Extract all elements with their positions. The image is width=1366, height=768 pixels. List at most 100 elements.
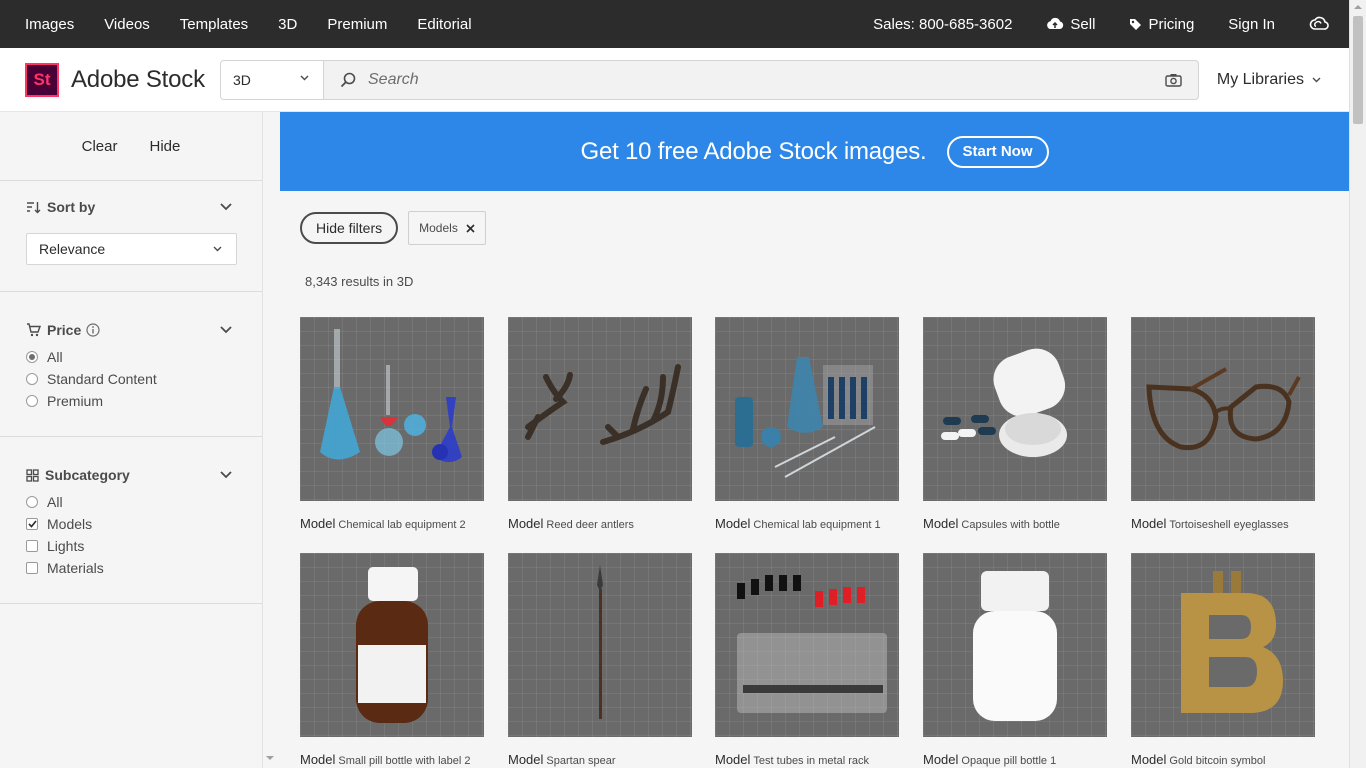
asset-title[interactable]: Tortoiseshell eyeglasses (1169, 519, 1288, 531)
sort-section: Sort by Relevance (0, 181, 262, 292)
asset-title[interactable]: Spartan spear (546, 755, 615, 767)
asset-thumbnail[interactable] (923, 317, 1107, 501)
sort-title: Sort by (47, 199, 96, 215)
asset-title[interactable]: Chemical lab equipment 2 (338, 519, 465, 531)
nav-premium[interactable]: Premium (327, 16, 387, 33)
subcategory-options: All Models Lights Materials (26, 491, 236, 603)
search-input[interactable] (368, 71, 1148, 89)
price-option-standard[interactable]: Standard Content (26, 368, 236, 390)
asset-title[interactable]: Reed deer antlers (546, 519, 633, 531)
chevron-down-icon (1312, 77, 1321, 83)
price-title: Price (47, 322, 82, 338)
promo-banner: Get 10 free Adobe Stock images. Start No… (280, 112, 1349, 191)
subcategory-option-materials[interactable]: Materials (26, 557, 236, 579)
option-label: Materials (47, 560, 104, 576)
eyeglasses-image (1146, 367, 1301, 451)
sort-header[interactable]: Sort by (26, 181, 236, 233)
sort-icon (27, 201, 41, 213)
cart-icon (27, 323, 41, 337)
option-label: Premium (47, 393, 104, 409)
active-filters: Hide filters Models (300, 211, 486, 245)
hide-sidebar-button[interactable]: Hide (150, 138, 181, 155)
asset-thumbnail[interactable] (715, 317, 899, 501)
asset-thumbnail[interactable] (300, 317, 484, 501)
logo-mark: St (25, 62, 59, 97)
asset-type: Model (715, 516, 751, 531)
subcategory-option-models[interactable]: Models (26, 513, 236, 535)
nav-templates[interactable]: Templates (180, 16, 248, 33)
asset-card[interactable]: Model Chemical lab equipment 2 (300, 317, 484, 531)
info-icon[interactable] (86, 323, 100, 337)
scroll-thumb[interactable] (1353, 16, 1363, 124)
radio-selected[interactable] (26, 351, 38, 363)
asset-thumbnail[interactable] (715, 553, 899, 737)
option-label: All (47, 494, 63, 510)
my-libraries-menu[interactable]: My Libraries (1217, 71, 1321, 89)
hide-filters-button[interactable]: Hide filters (300, 212, 399, 244)
asset-type: Model (1131, 752, 1167, 767)
pricing-link[interactable]: Pricing (1129, 16, 1194, 33)
nav-videos[interactable]: Videos (104, 16, 150, 33)
banner-text: Get 10 free Adobe Stock images. (580, 137, 927, 165)
asset-card[interactable]: Model Chemical lab equipment 1 (715, 317, 899, 531)
asset-card[interactable]: Model Tortoiseshell eyeglasses (1131, 317, 1315, 531)
subcategory-option-lights[interactable]: Lights (26, 535, 236, 557)
creative-cloud-icon[interactable] (1309, 14, 1329, 34)
asset-thumbnail[interactable] (1131, 553, 1315, 737)
opaque-pill-bottle-image (973, 571, 1057, 721)
radio[interactable] (26, 496, 38, 508)
subcategory-option-all[interactable]: All (26, 491, 236, 513)
asset-card[interactable]: Model Gold bitcoin symbol (1131, 553, 1315, 767)
sell-link[interactable]: Sell (1046, 16, 1095, 33)
asset-caption: Model Small pill bottle with label 2 (300, 752, 484, 767)
asset-thumbnail[interactable] (508, 553, 692, 737)
start-now-button[interactable]: Start Now (946, 135, 1049, 168)
sidebar-scroll-down-icon[interactable] (266, 754, 274, 762)
asset-card[interactable]: Model Spartan spear (508, 553, 692, 767)
subcategory-title: Subcategory (45, 467, 130, 483)
asset-card[interactable]: Model Opaque pill bottle 1 (923, 553, 1107, 767)
asset-thumbnail[interactable] (300, 553, 484, 737)
asset-thumbnail[interactable] (508, 317, 692, 501)
radio[interactable] (26, 395, 38, 407)
asset-thumbnail[interactable] (923, 553, 1107, 737)
sign-in-link[interactable]: Sign In (1228, 16, 1275, 33)
sort-select[interactable]: Relevance (26, 233, 237, 265)
checkbox[interactable] (26, 562, 38, 574)
search-scope-select[interactable]: 3D (221, 61, 324, 99)
asset-title[interactable]: Chemical lab equipment 1 (753, 519, 880, 531)
close-icon[interactable] (466, 223, 475, 233)
primary-nav: Images Videos Templates 3D Premium Edito… (0, 16, 502, 33)
page-scrollbar[interactable] (1349, 0, 1366, 768)
asset-title[interactable]: Capsules with bottle (961, 519, 1059, 531)
sidebar-actions: Clear Hide (0, 112, 262, 181)
pricing-label: Pricing (1148, 15, 1195, 33)
camera-icon[interactable] (1165, 73, 1182, 87)
asset-title[interactable]: Test tubes in metal rack (753, 755, 869, 767)
bitcoin-symbol-image (1181, 571, 1283, 713)
scroll-up-icon[interactable] (1354, 4, 1362, 10)
asset-card[interactable]: Model Small pill bottle with label 2 (300, 553, 484, 767)
checkbox[interactable] (26, 540, 38, 552)
adobe-stock-logo[interactable]: St Adobe Stock (25, 62, 220, 97)
nav-images[interactable]: Images (25, 16, 74, 33)
clear-filters-button[interactable]: Clear (82, 138, 118, 155)
sort-selected-value: Relevance (39, 241, 106, 257)
sales-phone[interactable]: Sales: 800-685-3602 (873, 16, 1012, 33)
asset-card[interactable]: Model Test tubes in metal rack (715, 553, 899, 767)
asset-thumbnail[interactable] (1131, 317, 1315, 501)
asset-title[interactable]: Gold bitcoin symbol (1169, 755, 1265, 767)
price-option-all[interactable]: All (26, 346, 236, 368)
filter-chip-models[interactable]: Models (408, 211, 486, 245)
asset-card[interactable]: Model Reed deer antlers (508, 317, 692, 531)
radio[interactable] (26, 373, 38, 385)
asset-title[interactable]: Small pill bottle with label 2 (338, 755, 470, 767)
nav-editorial[interactable]: Editorial (417, 16, 471, 33)
asset-caption: Model Capsules with bottle (923, 516, 1107, 531)
checkbox-checked[interactable] (26, 518, 38, 530)
asset-title[interactable]: Opaque pill bottle 1 (961, 755, 1056, 767)
nav-3d[interactable]: 3D (278, 16, 297, 33)
price-option-premium[interactable]: Premium (26, 390, 236, 412)
spear-image (597, 565, 603, 719)
asset-card[interactable]: Model Capsules with bottle (923, 317, 1107, 531)
